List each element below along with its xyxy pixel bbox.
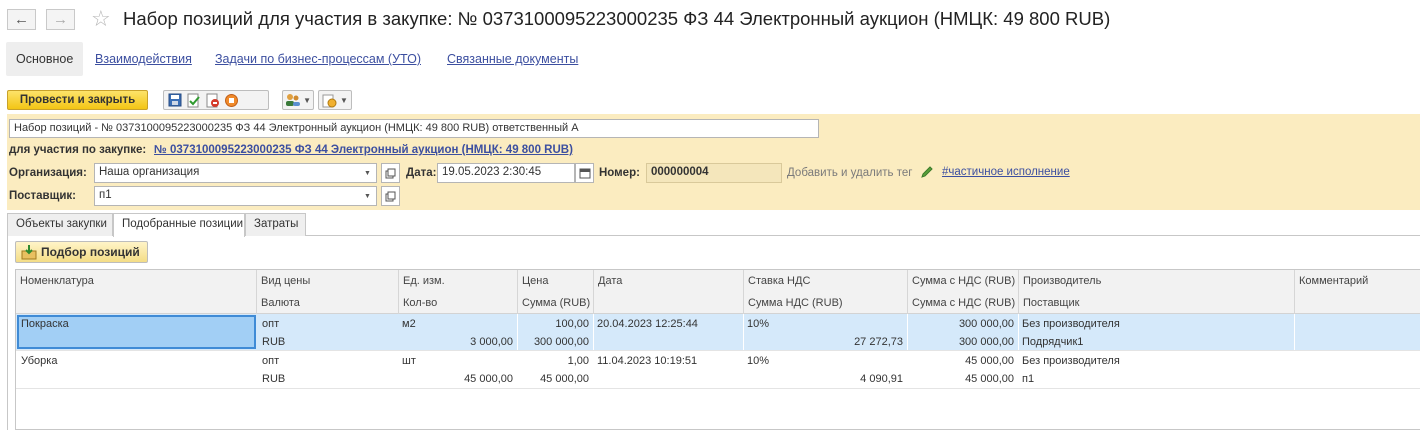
calendar-icon [579,168,590,179]
cell-price[interactable]: 1,00 [517,352,593,370]
arrow-right-icon: → [53,11,68,28]
reports-menu-button[interactable]: ▼ [318,90,352,110]
cell-sum-with-vat-2[interactable]: 300 000,00 [907,333,1018,351]
cell-nomenclature[interactable]: Покраска [17,315,256,333]
header-price-type[interactable]: Вид цены [256,270,398,292]
chevron-down-icon: ▼ [303,95,311,105]
cell-supplier[interactable]: п1 [1018,370,1294,388]
pick-positions-button[interactable]: Подбор позиций [15,241,148,263]
cell-supplier[interactable]: Подрядчик1 [1018,333,1294,351]
header-supplier[interactable]: Поставщик [1018,292,1294,314]
supplier-label: Поставщик: [9,190,76,202]
tab-interactions[interactable]: Взаимодействия [95,42,192,76]
cell-manufacturer[interactable]: Без производителя [1018,352,1294,370]
cell-vat-sum[interactable]: 27 272,73 [743,333,907,351]
positions-table: Номенклатура Вид цены Ед. изм. Цена Дата… [15,269,1420,430]
supplier-field[interactable]: п1 [94,186,360,206]
header-vat-rate[interactable]: Ставка НДС [743,270,907,292]
cell-date[interactable]: 20.04.2023 12:25:44 [593,315,743,333]
organization-label: Организация: [9,167,87,179]
cell-vat-rate[interactable]: 10% [743,315,907,333]
cell-price-type[interactable]: опт [258,352,398,370]
cell-quantity[interactable]: 3 000,00 [398,333,517,351]
organization-open-button[interactable] [381,163,400,183]
purchase-link[interactable]: № 0373100095223000235 ФЗ 44 Электронный … [154,144,573,156]
cell-price-type[interactable]: опт [258,315,398,333]
header-sum[interactable]: Сумма (RUB) [517,292,593,314]
forward-button[interactable]: → [46,9,75,30]
stop-icon[interactable] [223,92,240,108]
organization-field[interactable]: Наша организация [94,163,360,183]
pick-icon [21,245,37,260]
cell-currency[interactable]: RUB [258,333,398,351]
cell-unit[interactable]: шт [398,352,517,370]
tab-main[interactable]: Основное [6,42,84,76]
purchase-label: для участия по закупке: [9,144,147,156]
header-manufacturer[interactable]: Производитель [1018,270,1294,292]
number-field: 000000004 [646,163,782,183]
chevron-down-icon: ▼ [364,169,371,177]
header-sum-with-vat[interactable]: Сумма с НДС (RUB) [907,270,1018,292]
organization-dropdown[interactable]: ▼ [359,163,377,183]
chevron-down-icon: ▼ [340,95,348,105]
users-menu-button[interactable]: ▼ [282,90,314,110]
description-field[interactable]: Набор позиций - № 0373100095223000235 ФЗ… [9,119,819,138]
date-field[interactable]: 19.05.2023 2:30:45 [437,163,575,183]
cell-sum[interactable]: 300 000,00 [517,333,593,351]
cell-unit[interactable]: м2 [398,315,517,333]
supplier-dropdown[interactable]: ▼ [359,186,377,206]
calendar-button[interactable] [575,163,594,183]
cell-vat-rate[interactable]: 10% [743,352,907,370]
tab-business-tasks[interactable]: Задачи по бизнес-процессам (УТО) [215,42,421,76]
header-unit[interactable]: Ед. изм. [398,270,517,292]
document-actions-group [163,90,269,110]
header-nomenclature[interactable]: Номенклатура [16,270,256,292]
cell-date[interactable]: 11.04.2023 10:19:51 [593,352,743,370]
supplier-open-button[interactable] [381,186,400,206]
cell-nomenclature[interactable]: Уборка [17,352,256,370]
tab-selected-positions[interactable]: Подобранные позиции [113,213,245,237]
open-window-icon [385,168,396,178]
arrow-left-icon: ← [14,11,29,28]
header-sum-with-vat-2[interactable]: Сумма с НДС (RUB) [907,292,1018,314]
open-window-icon [385,191,396,201]
cell-sum[interactable]: 45 000,00 [517,370,593,388]
tab-purchase-objects[interactable]: Объекты закупки [7,213,113,236]
tag-hint: Добавить и удалить тег [787,167,913,179]
save-icon[interactable] [166,92,183,108]
report-icon [321,92,338,108]
unpost-document-icon[interactable] [204,92,221,108]
header-date[interactable]: Дата [593,270,743,292]
users-icon [285,92,301,108]
pencil-icon[interactable] [920,165,934,182]
cell-sum-with-vat-2[interactable]: 45 000,00 [907,370,1018,388]
header-vat-sum[interactable]: Сумма НДС (RUB) [743,292,907,314]
number-label: Номер: [599,167,640,179]
post-and-close-button[interactable]: Провести и закрыть [7,90,148,110]
tag-link[interactable]: #частичное исполнение [942,166,1070,178]
cell-sum-with-vat[interactable]: 45 000,00 [907,352,1018,370]
header-comment[interactable]: Комментарий [1294,270,1420,292]
post-document-icon[interactable] [185,92,202,108]
cell-currency[interactable]: RUB [258,370,398,388]
page-title: Набор позиций для участия в закупке: № 0… [123,8,1111,29]
favorite-star-icon[interactable]: ☆ [91,6,111,32]
header-price[interactable]: Цена [517,270,593,292]
cell-sum-with-vat[interactable]: 300 000,00 [907,315,1018,333]
cell-price[interactable]: 100,00 [517,315,593,333]
tab-related-documents[interactable]: Связанные документы [447,42,578,76]
cell-manufacturer[interactable]: Без производителя [1018,315,1294,333]
header-currency[interactable]: Валюта [256,292,398,314]
header-quantity[interactable]: Кол-во [398,292,517,314]
back-button[interactable]: ← [7,9,36,30]
tab-costs[interactable]: Затраты [245,213,306,236]
cell-quantity[interactable]: 45 000,00 [398,370,517,388]
cell-vat-sum[interactable]: 4 090,91 [743,370,907,388]
date-label: Дата: [406,167,437,179]
chevron-down-icon: ▼ [364,192,371,200]
pick-positions-label: Подбор позиций [41,245,140,259]
